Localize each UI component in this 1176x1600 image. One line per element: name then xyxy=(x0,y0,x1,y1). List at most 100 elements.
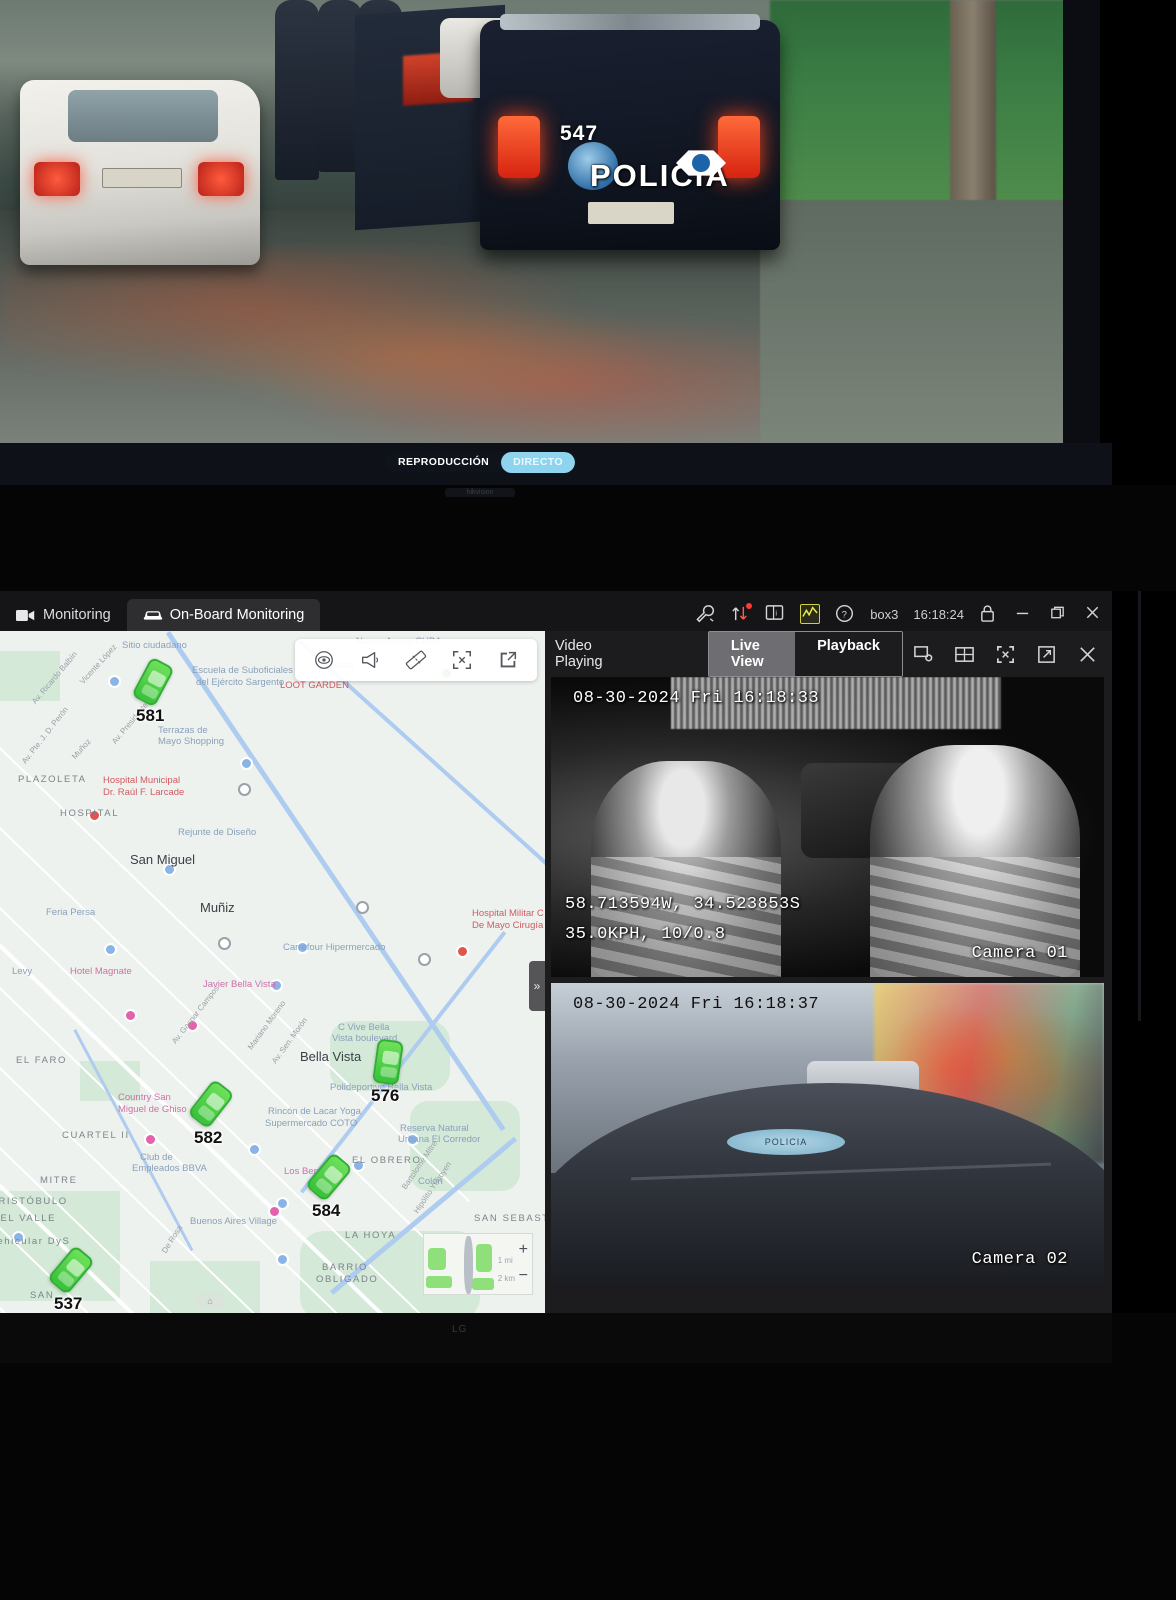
tab-on-board-monitoring-label: On-Board Monitoring xyxy=(169,607,305,623)
close-icon[interactable] xyxy=(1077,644,1098,665)
camera-tile-02[interactable]: POLICIA 08-30-2024 Fri 16:18:37 Camera 0… xyxy=(551,983,1104,1283)
white-car-taillight-right xyxy=(198,162,244,196)
video-header-icons xyxy=(913,644,1102,665)
map-poi-label[interactable]: Sitio ciudadano xyxy=(122,640,187,651)
map-poi-label[interactable]: Levy xyxy=(12,966,32,977)
svg-text:?: ? xyxy=(842,609,847,620)
broadcast-megaphone-icon[interactable] xyxy=(359,649,381,671)
help-circle-icon[interactable]: ? xyxy=(835,604,855,624)
chart-monitor-icon[interactable] xyxy=(800,604,821,624)
playback-button[interactable]: Playback xyxy=(795,632,902,676)
fullscreen-icon[interactable] xyxy=(995,644,1016,665)
device-info-icon[interactable]: i xyxy=(765,604,785,624)
toggle-option-reproduccion[interactable]: REPRODUCCIÓN xyxy=(386,452,501,473)
map-area-label: CRISTÓBULO xyxy=(0,1196,68,1207)
map-poi-label[interactable]: Rincón de Lacar Yoga xyxy=(268,1106,361,1117)
window-body: PLAZOLETA HOSPITAL EL FARO CUARTEL II MITRE C… xyxy=(0,631,1112,1313)
layout-grid-icon[interactable] xyxy=(954,644,975,665)
map-poi-label[interactable]: Rejunte de Diseño xyxy=(178,827,256,838)
map-street-label: Muñoz xyxy=(70,737,93,762)
tactical-vest xyxy=(591,857,781,977)
restore-icon[interactable] xyxy=(1049,604,1069,624)
camera-02-timestamp: 08-30-2024 Fri 16:18:37 xyxy=(573,995,820,1014)
popout-icon[interactable] xyxy=(1036,644,1057,665)
transfer-arrows-icon[interactable] xyxy=(730,603,753,624)
tools-wrench-icon[interactable] xyxy=(695,604,715,624)
police-car-plate xyxy=(588,202,674,224)
inset-scale-label-2: 2 km xyxy=(497,1274,516,1283)
map-toolbar[interactable] xyxy=(295,639,537,681)
map-vehicle-marker[interactable] xyxy=(304,1151,354,1203)
map-poi-label[interactable]: Supermercado COTO xyxy=(265,1118,357,1129)
close-icon[interactable] xyxy=(1084,604,1104,624)
video-status-label: Video Playing xyxy=(555,638,603,670)
cctv-live-feed[interactable]: 547 POLICIA xyxy=(0,0,1063,443)
minimize-icon[interactable] xyxy=(1014,604,1034,624)
map-vehicle-id-label: 581 xyxy=(136,706,165,725)
map-vehicle-marker[interactable] xyxy=(187,1078,235,1130)
map-area-label: SAN SEBASTIÁN xyxy=(474,1213,545,1224)
scene-white-car xyxy=(20,80,260,265)
police-car-brakelight-left xyxy=(498,116,540,178)
map-poi-label[interactable]: del Ejército Sargento xyxy=(196,677,284,688)
panel-collapse-handle[interactable]: » xyxy=(529,961,545,1011)
map-home-button[interactable]: ⌂ xyxy=(196,1293,224,1309)
map-poi-label[interactable]: Empleados BBVA xyxy=(132,1163,207,1174)
map-poi-label[interactable]: Club de xyxy=(140,1152,173,1163)
map-poi-label[interactable]: Escuela de Suboficiales xyxy=(192,665,293,676)
map-poi-label[interactable]: Feria Persa xyxy=(46,907,95,918)
map-poi-label[interactable]: Mayo Shopping xyxy=(158,736,224,747)
map-poi-label[interactable]: Country San xyxy=(118,1092,171,1103)
snapshot-icon[interactable] xyxy=(913,644,934,665)
map-zoom-out-button[interactable]: − xyxy=(519,1268,528,1284)
video-panel-header: Video Playing Live View Playback xyxy=(545,631,1112,677)
occupant-right xyxy=(870,745,1080,977)
lock-icon[interactable] xyxy=(979,604,999,624)
map-poi-label[interactable]: Carrefour Hipermercado xyxy=(283,942,385,953)
map-city-label: Muñiz xyxy=(200,900,235,915)
inset-zoom-controls[interactable]: 1 mi 2 km + − xyxy=(495,1234,532,1294)
playback-live-toggle[interactable]: REPRODUCCIÓN DIRECTO xyxy=(386,452,576,473)
map-poi-label[interactable]: Miguel de Ghiso xyxy=(118,1104,187,1115)
map-poi-label[interactable]: C Vive Bella xyxy=(338,1022,390,1033)
map-vehicle-id-label: 584 xyxy=(312,1201,341,1220)
titlebar-right-cluster: i ? box3 16:18:24 xyxy=(695,603,1104,624)
bottom-monitor-bezel xyxy=(0,1313,1112,1363)
tab-monitoring[interactable]: Monitoring xyxy=(0,599,127,631)
map-overview-inset[interactable]: 1 mi 2 km + − xyxy=(423,1233,533,1295)
map-canvas[interactable]: PLAZOLETA HOSPITAL EL FARO CUARTEL II MITRE C… xyxy=(0,631,545,1313)
map-poi-label[interactable]: Dr. Raúl F. Larcade xyxy=(103,787,184,798)
popout-window-icon[interactable] xyxy=(497,649,519,671)
window-titlebar: Monitoring On-Board Monitoring i ? box3 … xyxy=(0,591,1112,631)
map-poi-label[interactable]: LOOT GARDEN xyxy=(280,680,349,691)
camera-01-telemetry: 35.0KPH, 10/0.8 xyxy=(565,925,726,944)
map-area-label: DEL VALLE xyxy=(0,1213,57,1224)
map-poi-label[interactable]: Terrazas de xyxy=(158,725,208,736)
notification-badge xyxy=(746,603,753,609)
map-poi-label[interactable]: Buenos Aires Village xyxy=(190,1216,277,1227)
toggle-option-directo[interactable]: DIRECTO xyxy=(501,452,576,473)
measure-ruler-icon[interactable] xyxy=(405,649,427,671)
map-area-label: BARRIO xyxy=(322,1262,369,1273)
police-unit-number: 547 xyxy=(560,122,599,145)
camera-tile-01[interactable]: 08-30-2024 Fri 16:18:33 58.713594W, 34.5… xyxy=(551,677,1104,977)
tab-on-board-monitoring[interactable]: On-Board Monitoring xyxy=(126,599,321,631)
police-car-lightbar xyxy=(500,14,760,30)
live-playback-toggle[interactable]: Live View Playback xyxy=(707,631,903,677)
map-poi-label[interactable]: Hospital Municipal xyxy=(103,775,180,786)
map-area-label: EL FARO xyxy=(16,1055,67,1066)
map-poi-label[interactable]: Hotel Magnate xyxy=(70,966,132,977)
fleet-map-panel[interactable]: PLAZOLETA HOSPITAL EL FARO CUARTEL II MITRE C… xyxy=(0,631,545,1313)
titlebar-clock: 16:18:24 xyxy=(913,606,964,622)
map-poi-label[interactable]: De Mayo Cirugía xyxy=(472,920,543,931)
white-car-plate xyxy=(102,168,182,188)
camera-01-gps: 58.713594W, 34.523853S xyxy=(565,895,801,914)
map-vehicle-marker[interactable] xyxy=(131,656,175,708)
map-poi-label[interactable]: Hospital Militar C xyxy=(472,908,544,919)
visibility-eye-icon[interactable] xyxy=(313,649,335,671)
map-zoom-in-button[interactable]: + xyxy=(519,1242,528,1258)
map-poi-label[interactable]: Reserva Natural xyxy=(400,1123,469,1134)
expand-fullscreen-icon[interactable] xyxy=(451,649,473,671)
live-view-button[interactable]: Live View xyxy=(708,632,796,676)
map-area-label: SAN xyxy=(30,1290,55,1301)
